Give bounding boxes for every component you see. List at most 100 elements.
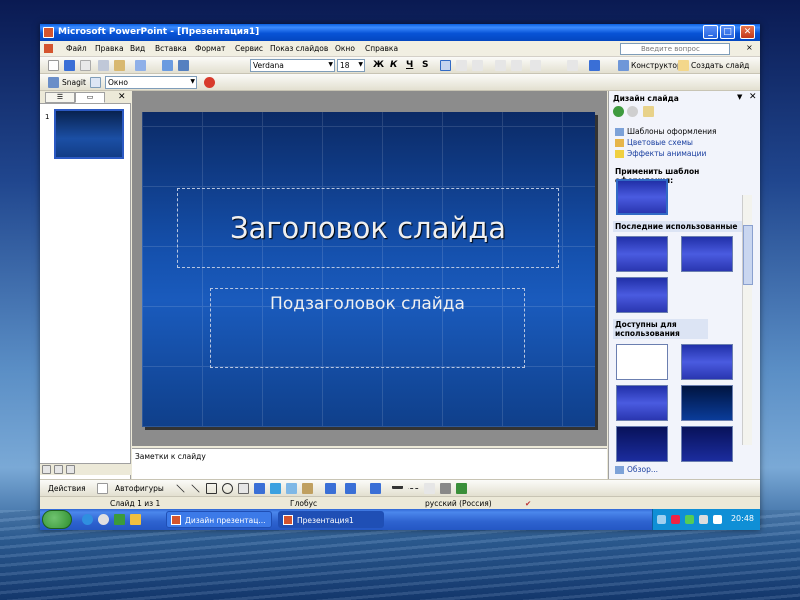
fill-color-icon[interactable] xyxy=(325,483,336,494)
arrow-style-icon[interactable] xyxy=(424,483,435,494)
rectangle-icon[interactable] xyxy=(206,483,217,494)
back-icon[interactable] xyxy=(613,106,624,117)
align-center-icon[interactable] xyxy=(456,60,467,71)
template-thumb-recent-3[interactable] xyxy=(616,277,668,313)
undo-icon[interactable] xyxy=(135,60,146,71)
select-pointer-icon[interactable] xyxy=(97,483,108,494)
slide-thumbnail[interactable] xyxy=(54,109,124,159)
template-thumb-available-4[interactable] xyxy=(681,385,733,421)
menu-insert[interactable]: Вставка xyxy=(155,44,187,53)
template-thumb-available-5[interactable] xyxy=(616,426,668,462)
3d-style-icon[interactable] xyxy=(456,483,467,494)
link-color-schemes[interactable]: Цветовые схемы xyxy=(615,138,693,147)
tray-chevron-icon[interactable] xyxy=(657,515,666,524)
font-size-select[interactable]: 18 ▼ xyxy=(337,59,365,72)
menu-help[interactable]: Справка xyxy=(365,44,398,53)
media-icon[interactable] xyxy=(98,514,109,525)
template-thumb-available-3[interactable] xyxy=(616,385,668,421)
line-color-icon[interactable] xyxy=(345,483,356,494)
tray-language-icon[interactable] xyxy=(713,515,722,524)
save-icon[interactable] xyxy=(64,60,75,71)
designer-button[interactable]: Конструктор xyxy=(631,61,682,70)
normal-view-icon[interactable] xyxy=(42,465,51,474)
forward-icon[interactable] xyxy=(627,106,638,117)
tray-antivirus-icon[interactable] xyxy=(671,515,680,524)
panel-close-icon[interactable]: ✕ xyxy=(118,92,126,102)
capture-button-icon[interactable] xyxy=(204,77,215,88)
task-pane-menu-icon[interactable]: ▼ xyxy=(737,93,742,101)
template-thumb-available-1[interactable] xyxy=(616,344,668,380)
folder-icon[interactable] xyxy=(130,514,141,525)
shadow-button[interactable]: S xyxy=(422,60,428,70)
taskbar-presentation-button[interactable]: Презентация1 xyxy=(278,511,384,528)
arrow-icon[interactable] xyxy=(191,484,200,493)
menu-window[interactable]: Окно xyxy=(335,44,355,53)
clipart-icon[interactable] xyxy=(286,483,297,494)
maximize-button[interactable]: □ xyxy=(720,25,735,39)
tab-slides[interactable]: ▭ xyxy=(75,92,105,103)
menu-file[interactable]: Файл xyxy=(66,44,87,53)
designer-icon[interactable] xyxy=(618,60,629,71)
indent-icon[interactable] xyxy=(567,60,578,71)
slideshow-view-icon[interactable] xyxy=(66,465,75,474)
taskbar-design-button[interactable]: Дизайн презентац... xyxy=(166,511,272,528)
scrollbar-thumb[interactable] xyxy=(743,225,753,285)
notes-pane[interactable]: Заметки к слайду xyxy=(132,448,607,479)
menu-view[interactable]: Вид xyxy=(130,44,145,53)
wordart-icon[interactable] xyxy=(254,483,265,494)
capture-icon[interactable] xyxy=(90,77,101,88)
tray-network-icon[interactable] xyxy=(685,515,694,524)
link-design-templates[interactable]: Шаблоны оформления xyxy=(615,127,717,136)
template-thumb-current[interactable] xyxy=(616,179,668,215)
print-icon[interactable] xyxy=(80,60,91,71)
desktop-icon[interactable] xyxy=(114,514,125,525)
home-icon[interactable] xyxy=(643,106,654,117)
new-slide-button[interactable]: Создать слайд xyxy=(691,61,749,70)
new-slide-icon[interactable] xyxy=(678,60,689,71)
actions-menu[interactable]: Действия xyxy=(48,484,86,493)
bold-button[interactable]: Ж xyxy=(373,60,384,70)
task-pane-close-icon[interactable]: ✕ xyxy=(749,92,757,102)
line-icon[interactable] xyxy=(176,484,185,493)
chart-icon[interactable] xyxy=(162,60,173,71)
sorter-view-icon[interactable] xyxy=(54,465,63,474)
align-left-icon[interactable] xyxy=(440,60,451,71)
link-animation-effects[interactable]: Эффекты анимации xyxy=(615,149,706,158)
template-thumb-recent-2[interactable] xyxy=(681,236,733,272)
slide-canvas[interactable]: Заголовок слайда Подзаголовок слайда xyxy=(142,112,595,427)
picture-icon[interactable] xyxy=(302,483,313,494)
text-color-icon[interactable] xyxy=(370,483,381,494)
font-select[interactable]: Verdana ▼ xyxy=(250,59,335,72)
underline-button[interactable]: Ч xyxy=(406,60,413,70)
dash-style-icon[interactable] xyxy=(408,483,419,489)
minimize-button[interactable]: _ xyxy=(703,25,718,39)
oval-icon[interactable] xyxy=(222,483,233,494)
numbering-icon[interactable] xyxy=(495,60,506,71)
snagit-icon[interactable] xyxy=(48,77,59,88)
menu-format[interactable]: Формат xyxy=(195,44,225,53)
template-thumb-recent-1[interactable] xyxy=(616,236,668,272)
close-button[interactable]: ✕ xyxy=(740,25,755,39)
autoshapes-menu[interactable]: Автофигуры xyxy=(115,484,164,493)
template-thumb-available-6[interactable] xyxy=(681,426,733,462)
new-icon[interactable] xyxy=(48,60,59,71)
line-style-icon[interactable] xyxy=(392,483,403,489)
menu-tools[interactable]: Сервис xyxy=(235,44,263,53)
diagram-icon[interactable] xyxy=(270,483,281,494)
start-button[interactable] xyxy=(42,510,72,529)
paste-icon[interactable] xyxy=(114,60,125,71)
textbox-icon[interactable] xyxy=(238,483,249,494)
window-select[interactable]: Окно ▼ xyxy=(105,76,197,89)
doc-close-icon[interactable]: × xyxy=(746,43,753,52)
ie-icon[interactable] xyxy=(82,514,93,525)
browse-link[interactable]: Обзор... xyxy=(615,465,658,474)
title-placeholder[interactable]: Заголовок слайда xyxy=(177,188,559,268)
menu-slideshow[interactable]: Показ слайдов xyxy=(270,44,328,53)
bullets-icon[interactable] xyxy=(511,60,522,71)
help-question-input[interactable]: Введите вопрос xyxy=(620,43,730,55)
tray-volume-icon[interactable] xyxy=(699,515,708,524)
subtitle-placeholder[interactable]: Подзаголовок слайда xyxy=(210,288,525,368)
tab-outline[interactable]: ☰ xyxy=(45,92,75,103)
align-right-icon[interactable] xyxy=(472,60,483,71)
snagit-button[interactable]: Snagit xyxy=(62,78,86,87)
